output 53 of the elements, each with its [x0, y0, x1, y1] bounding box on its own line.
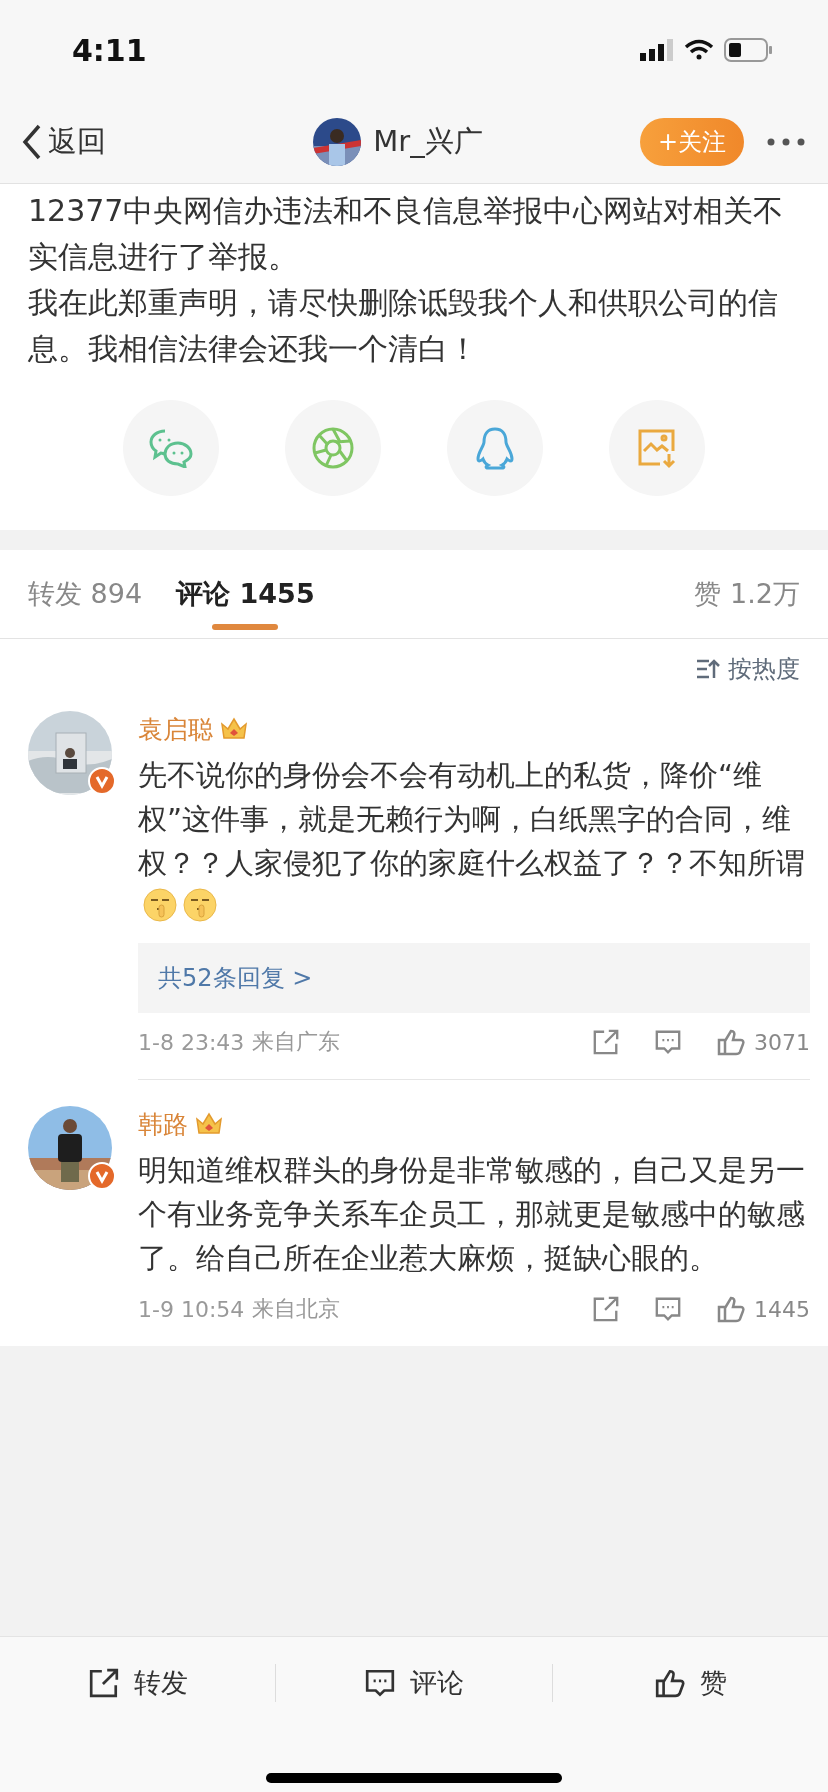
- penguin-icon: [475, 426, 515, 470]
- battery-icon: [724, 38, 774, 62]
- comment-text: 明知道维权群头的身份是非常敏感的，自己又是另一个有业务竞争关系车企员工，那就更是敏感中的敏感了。给自己所在企业惹大麻烦，挺缺心眼的。: [138, 1152, 806, 1277]
- share-arrow-icon: [592, 1028, 620, 1056]
- action-button[interactable]: 评论: [276, 1662, 552, 1704]
- image-download-icon: [636, 427, 678, 469]
- emoji-icon: [142, 887, 178, 923]
- chevron-left-icon: [22, 123, 42, 160]
- thumbs-up-icon: [653, 1667, 686, 1699]
- share-arrow-icon: [592, 1295, 620, 1323]
- username: Mr_兴广: [373, 122, 483, 160]
- back-button[interactable]: 返回: [22, 121, 106, 162]
- follow-button[interactable]: +关注: [639, 117, 744, 166]
- crown-icon: [219, 716, 249, 742]
- comment-icon: [364, 1667, 396, 1699]
- action-button[interactable]: 转发: [0, 1662, 276, 1704]
- post-paragraph: 我在此郑重声明，请尽快删除诋毁我个人和供职公司的信息。我相信法律会还我一个清白！: [28, 284, 779, 368]
- signal-icon: [640, 39, 674, 61]
- comment-location: 来自北京: [252, 1295, 341, 1323]
- commenter-name[interactable]: 韩路: [138, 1107, 188, 1141]
- sort-button[interactable]: 按热度: [696, 653, 800, 685]
- tab[interactable]: 转发 894: [28, 550, 143, 638]
- likes-count[interactable]: 赞 1.2万: [694, 576, 800, 612]
- like-button[interactable]: 3071: [716, 1027, 810, 1057]
- status-time: 4:11: [72, 32, 147, 68]
- reply-button[interactable]: [654, 1295, 682, 1323]
- action-button[interactable]: 赞: [552, 1662, 828, 1704]
- comment-time: 1-9 10:54: [138, 1296, 245, 1322]
- aperture-icon: [311, 426, 355, 470]
- thumbs-up-icon: [716, 1294, 746, 1324]
- thumbs-up-icon: [716, 1027, 746, 1057]
- commenter-name[interactable]: 袁启聪: [138, 712, 213, 746]
- like-button[interactable]: 1445: [716, 1294, 810, 1324]
- comment-icon: [654, 1028, 682, 1056]
- emoji-icon: [182, 887, 218, 923]
- comment-time: 1-8 23:43: [138, 1029, 245, 1055]
- reply-button[interactable]: [654, 1028, 682, 1056]
- comment-icon: [654, 1295, 682, 1323]
- crown-icon: [194, 1111, 224, 1137]
- comment-location: 来自广东: [252, 1028, 341, 1056]
- post-paragraph: 12377中央网信办违法和不良信息举报中心网站对相关不实信息进行了举报。: [28, 192, 785, 276]
- replies-link[interactable]: 共52条回复 >: [138, 943, 810, 1013]
- verified-badge-icon: [88, 767, 116, 795]
- comment-text: 先不说你的身份会不会有动机上的私货，降价“维权”这件事，就是无赖行为啊，白纸黑字的合同，维权？？人家侵犯了你的家庭什么权益了？？不知所谓: [138, 753, 810, 929]
- tab[interactable]: 评论 1455: [176, 550, 315, 638]
- chat-bubbles-icon: [148, 428, 194, 468]
- repost-button[interactable]: [592, 1028, 620, 1056]
- more-icon[interactable]: [766, 136, 806, 147]
- share-arrow-icon: [87, 1667, 120, 1699]
- wifi-icon: [684, 39, 714, 61]
- sort-icon: [696, 658, 720, 680]
- repost-button[interactable]: [592, 1295, 620, 1323]
- verified-badge-icon: [88, 1162, 116, 1190]
